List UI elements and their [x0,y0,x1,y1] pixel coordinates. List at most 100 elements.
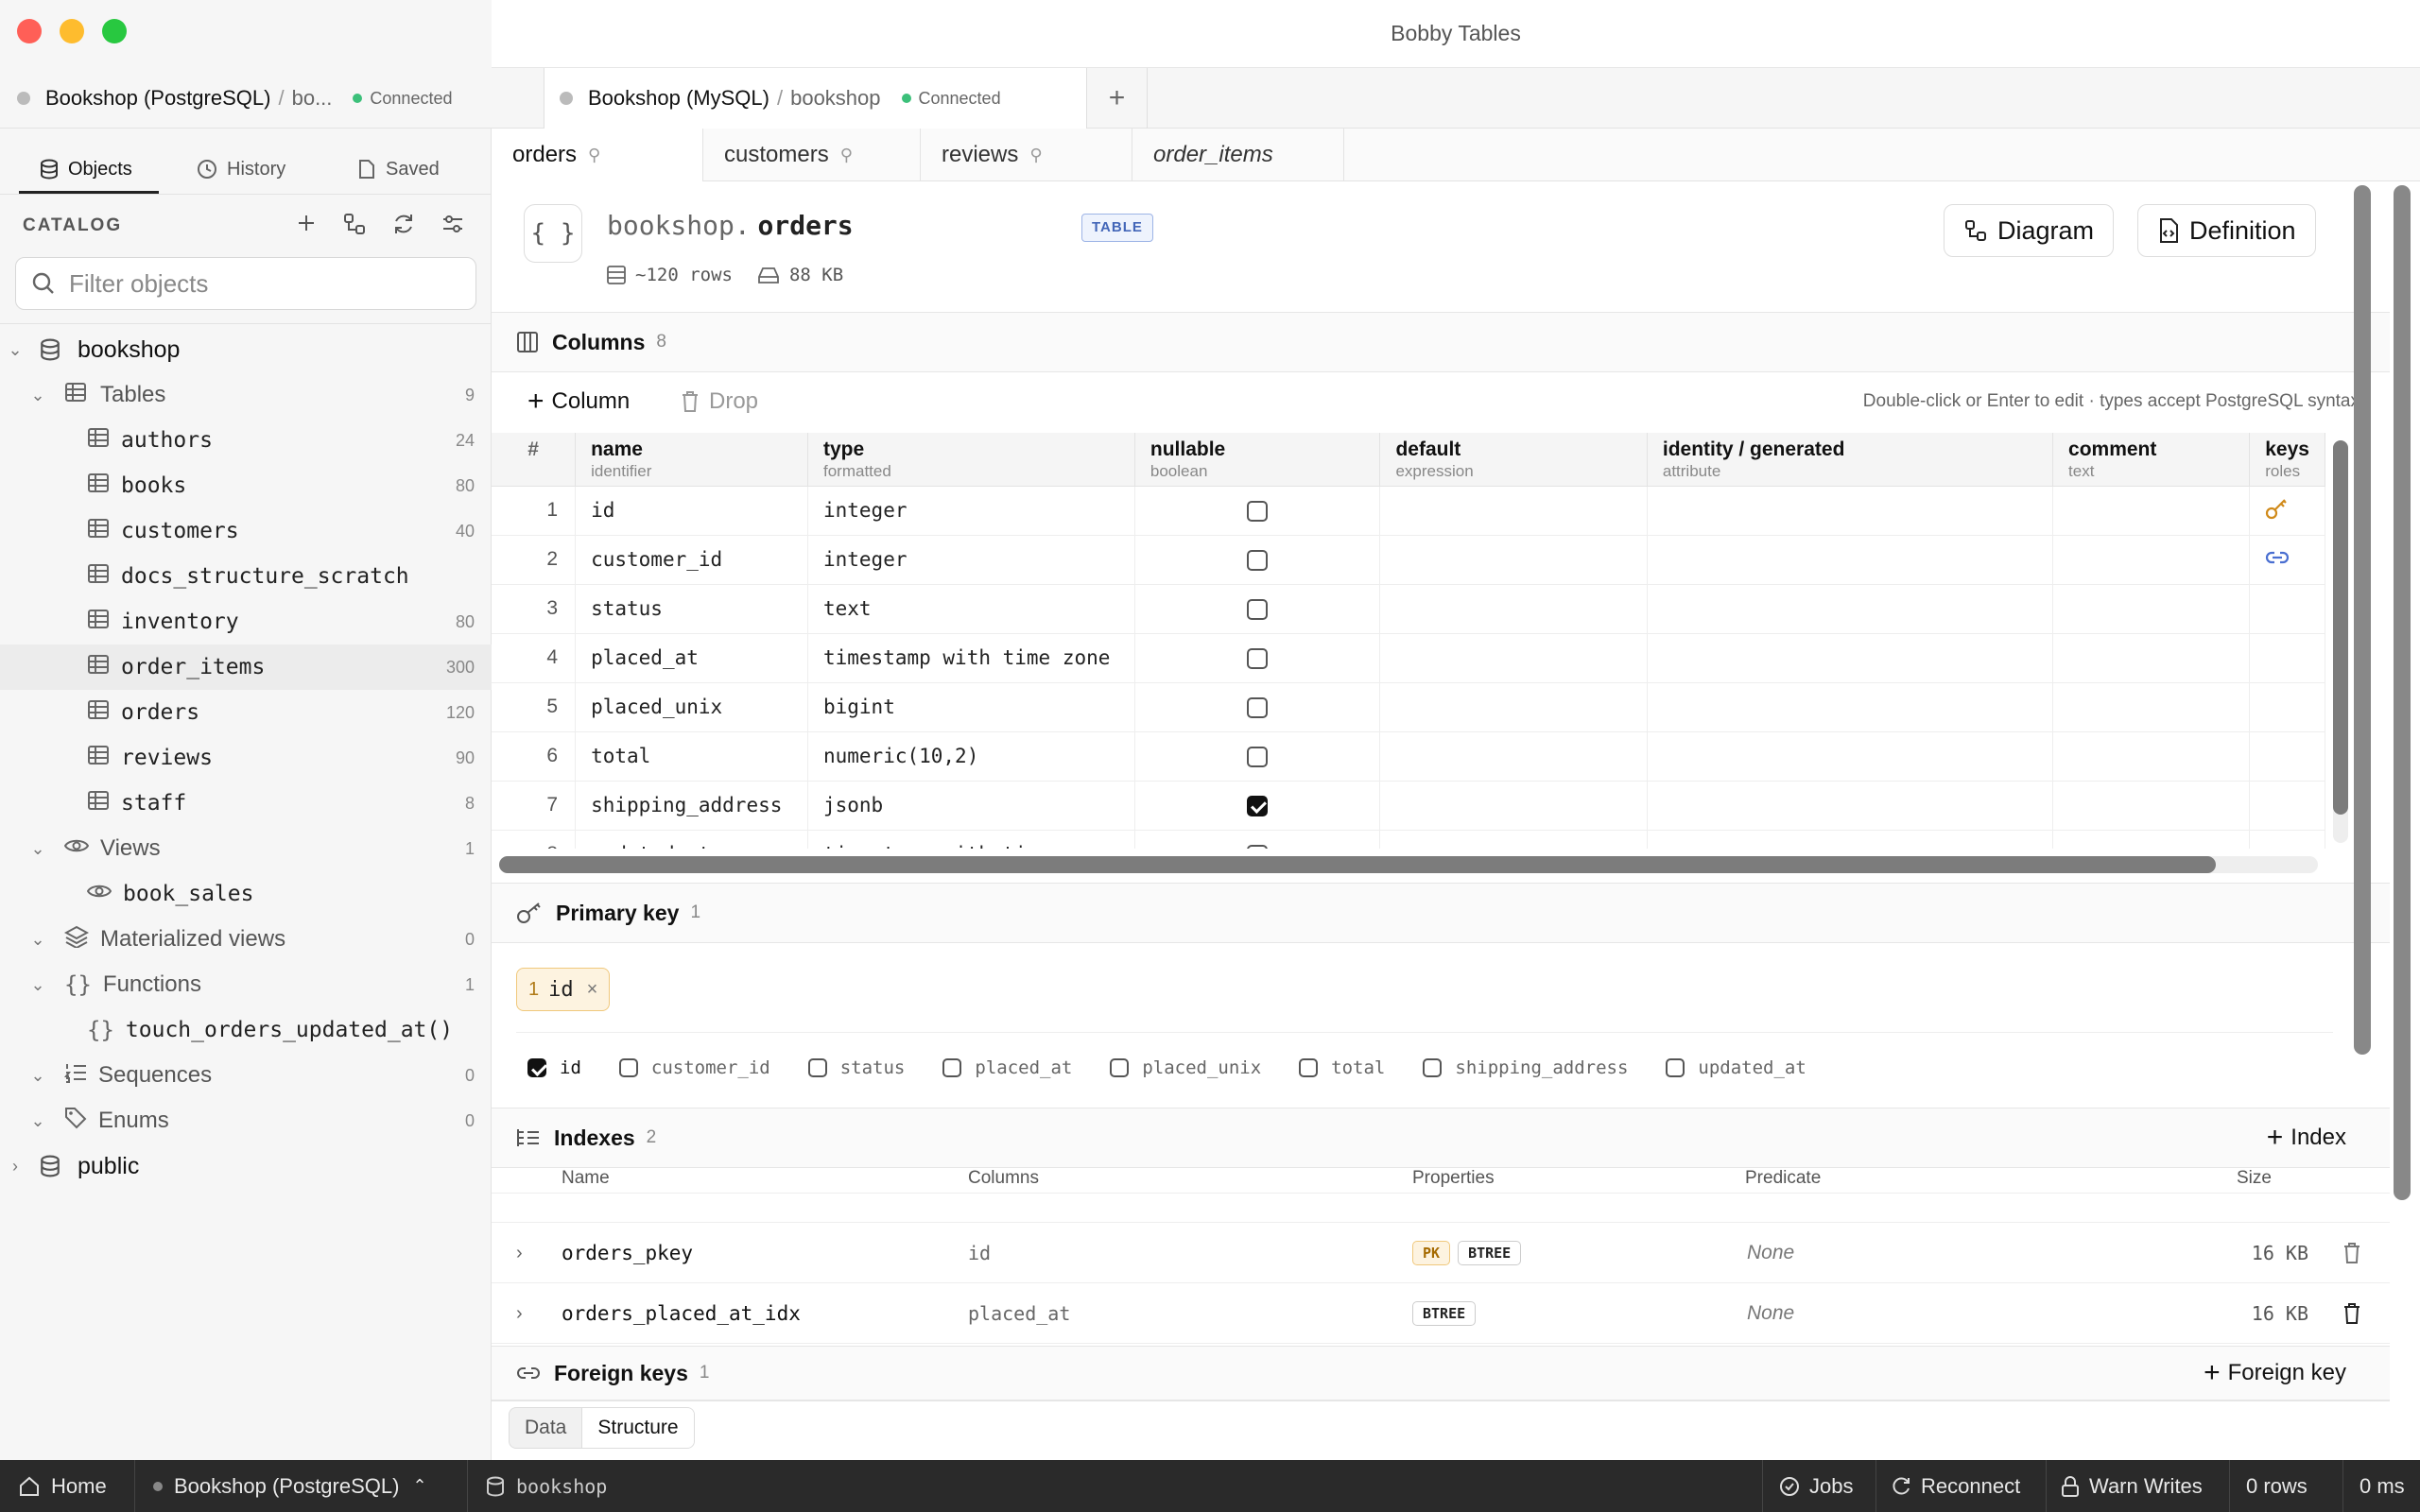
pk-column-option[interactable]: customer_id [618,1057,770,1078]
column-name-cell[interactable]: id [575,486,808,536]
table-row[interactable]: 5 placed_unix bigint [492,682,2325,732]
pk-checkbox[interactable] [618,1058,638,1077]
nullable-cell[interactable] [1134,535,1381,585]
filter-objects-input[interactable]: Filter objects [15,257,476,310]
structure-view-tab[interactable]: Structure [581,1408,694,1448]
nullable-cell[interactable] [1134,830,1381,849]
identity-cell[interactable] [1647,731,2054,782]
pk-column-option[interactable]: shipping_address [1423,1057,1628,1078]
pk-checkbox[interactable] [942,1058,962,1077]
nullable-cell[interactable] [1134,584,1381,634]
object-tab-orders[interactable]: orders ⚲ [492,129,703,181]
delete-index-icon[interactable] [2342,1283,2361,1344]
nullable-checkbox[interactable] [1247,796,1269,816]
index-row[interactable]: › orders_placed_at_idx placed_at BTREE None 1… [492,1283,2390,1344]
column-name-cell[interactable]: status [575,584,808,634]
pk-checkbox[interactable] [1423,1058,1443,1077]
connection-tab-postgres[interactable]: Bookshop (PostgreSQL) / bo... Connected [0,68,544,129]
add-foreign-key-button[interactable]: + Foreign key [2204,1357,2346,1389]
sidebar-tab-saved[interactable]: Saved [357,147,440,191]
pk-column-option[interactable]: placed_at [942,1057,1072,1078]
identity-cell[interactable] [1647,682,2054,732]
tree-item-table[interactable]: books 80 [0,463,492,508]
comment-cell[interactable] [2052,682,2251,732]
pin-icon[interactable]: ⚲ [840,146,853,165]
comment-cell[interactable] [2052,731,2251,782]
column-type-cell[interactable]: numeric(10,2) [807,731,1135,782]
tree-group-sequences[interactable]: ⌄ Sequences 0 [0,1053,492,1098]
default-cell[interactable] [1379,486,1648,536]
table-row[interactable]: 1 id integer [492,486,2325,536]
tree-item-table[interactable]: reviews 90 [0,735,492,781]
database-indicator[interactable]: bookshop [486,1460,607,1512]
column-header[interactable]: # [492,433,577,487]
identity-cell[interactable] [1647,633,2054,683]
column-header[interactable]: identity / generated attribute [1647,433,2054,487]
sidebar-tab-objects[interactable]: Objects [40,147,132,191]
column-header[interactable]: comment text [2052,433,2251,487]
tree-schema-public[interactable]: › public [0,1143,492,1189]
column-type-cell[interactable]: bigint [807,682,1135,732]
column-type-cell[interactable]: timestamp with time zone [807,633,1135,683]
close-window-button[interactable] [17,19,42,43]
remove-chip-icon[interactable]: × [587,979,598,1001]
new-connection-tab-button[interactable]: + [1087,68,1148,129]
diagram-button[interactable]: Diagram [1944,204,2115,257]
pk-column-option[interactable]: id [527,1057,581,1078]
comment-cell[interactable] [2052,781,2251,831]
tree-group-tables[interactable]: ⌄ Tables 9 [0,372,492,418]
tree-item-table[interactable]: staff 8 [0,781,492,826]
tree-item-table[interactable]: orders 120 [0,690,492,735]
chevron-right-icon[interactable]: › [516,1283,523,1344]
nullable-cell[interactable] [1134,682,1381,732]
default-cell[interactable] [1379,535,1648,585]
pk-column-option[interactable]: updated_at [1666,1057,1806,1078]
comment-cell[interactable] [2052,535,2251,585]
object-tab-reviews[interactable]: reviews ⚲ [921,129,1132,181]
tree-item-table[interactable]: authors 24 [0,418,492,463]
add-index-button[interactable]: + Index [2267,1122,2346,1154]
grid-vertical-scroll-thumb[interactable] [2333,440,2348,815]
pk-checkbox[interactable] [527,1058,546,1077]
column-type-cell[interactable]: integer [807,535,1135,585]
column-name-cell[interactable]: updated_at [575,830,808,849]
column-type-cell[interactable]: timestamp with time zone [807,830,1135,849]
nullable-checkbox[interactable] [1247,697,1269,718]
column-name-cell[interactable]: placed_at [575,633,808,683]
tree-group-views[interactable]: ⌄ Views 1 [0,826,492,871]
definition-button[interactable]: Definition [2137,204,2316,257]
identity-cell[interactable] [1647,535,2054,585]
outer-vertical-scroll-thumb[interactable] [2394,185,2411,1200]
column-name-cell[interactable]: total [575,731,808,782]
pk-column-option[interactable]: total [1299,1057,1385,1078]
grid-horizontal-scroll-thumb[interactable] [499,856,2216,873]
column-header[interactable]: type formatted [807,433,1135,487]
pk-checkbox[interactable] [807,1058,827,1077]
default-cell[interactable] [1379,830,1648,849]
connection-tab-mysql[interactable]: Bookshop (MySQL) / bookshop Connected [544,68,1087,129]
default-cell[interactable] [1379,781,1648,831]
comment-cell[interactable] [2052,830,2251,849]
settings-sliders-icon[interactable] [441,212,465,236]
pk-column-option[interactable]: placed_unix [1110,1057,1261,1078]
page-vertical-scroll-thumb[interactable] [2354,185,2371,1055]
nullable-checkbox[interactable] [1247,747,1269,767]
column-name-cell[interactable]: placed_unix [575,682,808,732]
column-type-cell[interactable]: text [807,584,1135,634]
nullable-checkbox[interactable] [1247,599,1269,620]
column-header[interactable]: nullable boolean [1134,433,1381,487]
nullable-checkbox[interactable] [1247,550,1269,571]
tree-group-functions[interactable]: ⌄ {} Functions 1 [0,962,492,1007]
pin-icon[interactable]: ⚲ [588,146,600,165]
comment-cell[interactable] [2052,584,2251,634]
default-cell[interactable] [1379,731,1648,782]
pk-checkbox[interactable] [1299,1058,1319,1077]
identity-cell[interactable] [1647,486,2054,536]
warn-writes-toggle[interactable]: Warn Writes [2061,1460,2203,1512]
pk-checkbox[interactable] [1110,1058,1130,1077]
minimize-window-button[interactable] [60,19,84,43]
add-object-icon[interactable] [295,212,318,234]
column-header[interactable]: keys roles [2249,433,2325,487]
table-row[interactable]: 3 status text [492,584,2325,634]
zoom-window-button[interactable] [102,19,127,43]
